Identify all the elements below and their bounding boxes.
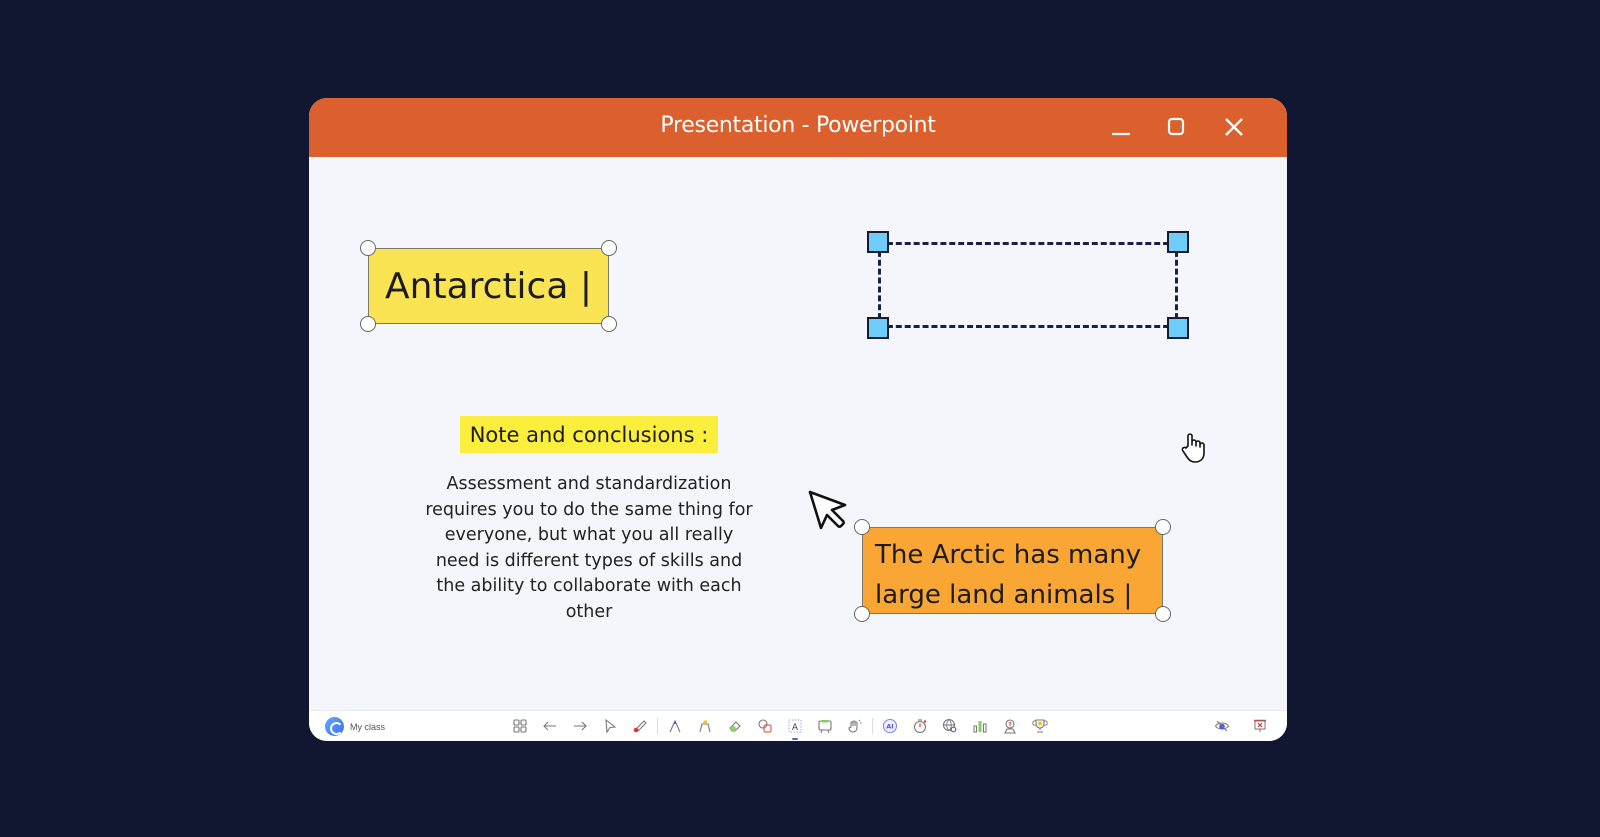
text-tool[interactable]: A: [780, 716, 810, 740]
arrow-cursor-icon: [808, 490, 847, 530]
arrow-left-icon: [543, 721, 556, 731]
resize-handle[interactable]: [1155, 606, 1171, 622]
shape-handle[interactable]: [1167, 317, 1189, 339]
svg-text:?: ?: [1008, 722, 1012, 729]
previous-button[interactable]: [535, 716, 565, 736]
select-pointer-icon: [605, 718, 617, 734]
close-icon: [1225, 118, 1243, 136]
grid-button[interactable]: [505, 716, 535, 736]
resize-handle[interactable]: [854, 519, 870, 535]
shape-handle[interactable]: [867, 231, 889, 253]
title-bar: Presentation - Powerpoint: [309, 98, 1287, 157]
browser-icon: [942, 718, 957, 733]
whiteboard-tool[interactable]: [810, 716, 840, 736]
end-presentation-button[interactable]: [1245, 716, 1275, 736]
browser-button[interactable]: [935, 716, 965, 736]
trophy-button[interactable]: [1025, 716, 1055, 736]
hand-gesture-icon: [848, 719, 862, 733]
whiteboard-icon: [818, 720, 832, 734]
resize-handle[interactable]: [360, 316, 376, 332]
quiz-icon: ?: [1004, 719, 1016, 734]
antarctica-text: Antarctica |: [385, 265, 592, 307]
toolbar-divider: [657, 718, 658, 734]
end-presentation-icon: [1254, 719, 1266, 732]
text-icon: A: [788, 719, 802, 733]
laser-pen-icon: [633, 720, 647, 733]
highlighter-tool[interactable]: [690, 716, 720, 736]
quiz-button[interactable]: ?: [995, 716, 1025, 736]
hide-icon: [1214, 720, 1230, 732]
highlighter-icon: [699, 720, 711, 733]
minimize-button[interactable]: [1106, 112, 1136, 142]
trophy-icon: [1032, 719, 1048, 733]
shape-handle[interactable]: [1167, 231, 1189, 253]
chart-button[interactable]: [965, 716, 995, 736]
svg-text:A: A: [792, 723, 799, 733]
hide-toolbar-button[interactable]: [1207, 716, 1237, 736]
laser-pen-tool[interactable]: [625, 716, 655, 736]
close-button[interactable]: [1219, 112, 1249, 142]
hand-cursor-icon: [1181, 433, 1205, 463]
maximize-icon: [1167, 117, 1185, 136]
arrow-right-icon: [574, 721, 587, 731]
chart-icon: [973, 721, 987, 733]
shapes-icon: [758, 719, 772, 733]
pen-tool[interactable]: [660, 716, 690, 736]
selected-shape[interactable]: [878, 242, 1178, 328]
brand-logo-icon: [325, 717, 344, 736]
minimize-icon: [1112, 132, 1130, 136]
note-heading: Note and conclusions :: [460, 416, 718, 453]
resize-handle[interactable]: [854, 606, 870, 622]
grid-icon: [513, 719, 527, 733]
select-tool[interactable]: [595, 716, 625, 736]
shapes-tool[interactable]: [750, 716, 780, 736]
slide-canvas[interactable]: Antarctica | Note and conclusions : Asse…: [309, 157, 1287, 710]
maximize-button[interactable]: [1161, 112, 1191, 142]
arctic-text-box[interactable]: The Arctic has many large land animals |: [862, 527, 1163, 614]
window-title: Presentation - Powerpoint: [660, 113, 936, 138]
ai-icon: AI: [882, 718, 898, 734]
arctic-text: The Arctic has many large land animals |: [875, 540, 1142, 610]
timer-button[interactable]: [905, 716, 935, 736]
ai-button[interactable]: AI: [875, 716, 905, 736]
timer-icon: [913, 719, 927, 734]
hand-tool[interactable]: [840, 716, 870, 736]
resize-handle[interactable]: [601, 316, 617, 332]
next-button[interactable]: [565, 716, 595, 736]
svg-text:AI: AI: [886, 723, 893, 731]
resize-handle[interactable]: [1155, 519, 1171, 535]
app-window: Presentation - Powerpoint Antarctica | N…: [309, 98, 1287, 741]
resize-handle[interactable]: [601, 240, 617, 256]
pen-icon: [669, 719, 681, 733]
bottom-toolbar: My class A AI ?: [309, 710, 1287, 741]
brand-logo[interactable]: My class: [325, 717, 385, 736]
antarctica-text-box[interactable]: Antarctica |: [368, 248, 609, 324]
note-body: Assessment and standardization requires …: [425, 474, 753, 622]
toolbar-divider: [872, 718, 873, 734]
eraser-icon: [729, 721, 741, 732]
eraser-tool[interactable]: [720, 716, 750, 736]
resize-handle[interactable]: [360, 240, 376, 256]
brand-name: My class: [350, 721, 386, 732]
shape-handle[interactable]: [867, 317, 889, 339]
